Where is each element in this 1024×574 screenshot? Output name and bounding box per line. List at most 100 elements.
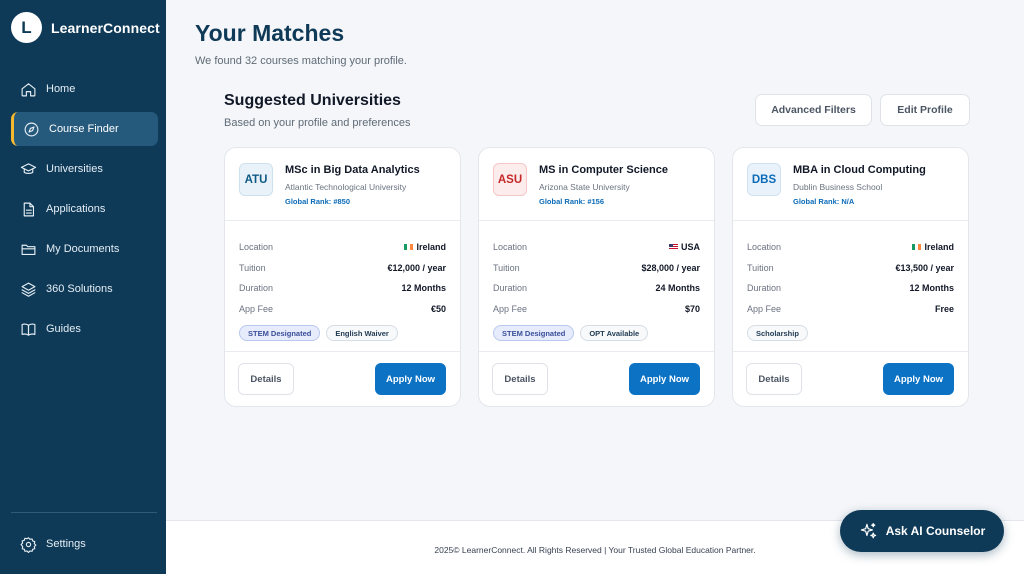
duration-row: Duration 12 Months	[747, 278, 954, 299]
card-footer: Details Apply Now	[479, 352, 714, 406]
tag-stem-designated: STEM Designated	[239, 325, 321, 341]
app-fee-label: App Fee	[239, 303, 274, 314]
duration-label: Duration	[747, 283, 782, 294]
duration-label: Duration	[493, 283, 528, 294]
sidebar: L LearnerConnect Home Course Finder Univ…	[0, 0, 166, 574]
tuition-label: Tuition	[747, 262, 774, 273]
location-row: Location USA	[493, 237, 700, 258]
tag-list: STEM Designated OPT Available	[493, 325, 700, 341]
tuition-value: €13,500 / year	[895, 262, 954, 273]
home-icon	[21, 82, 36, 96]
sidebar-item-applications[interactable]: Applications	[11, 192, 158, 226]
apply-now-button[interactable]: Apply Now	[883, 363, 954, 395]
brand[interactable]: L LearnerConnect	[11, 12, 160, 43]
layers-icon	[21, 282, 36, 297]
location-value: Ireland	[404, 242, 446, 252]
global-rank: Global Rank: #850	[285, 197, 351, 206]
edit-profile-button[interactable]: Edit Profile	[880, 94, 970, 126]
card-header: ATU MSc in Big Data Analytics Atlantic T…	[225, 148, 460, 221]
card-details: Location Ireland Tuition €12,000 / year …	[225, 221, 460, 352]
app-fee-row: App Fee Free	[747, 299, 954, 320]
location-row: Location Ireland	[239, 237, 446, 258]
university-name: Dublin Business School	[793, 182, 883, 192]
page-title: Your Matches	[195, 20, 345, 46]
tuition-row: Tuition $28,000 / year	[493, 258, 700, 279]
tag-list: Scholarship	[747, 325, 954, 341]
sidebar-item-guides[interactable]: Guides	[11, 312, 158, 346]
duration-label: Duration	[239, 283, 274, 294]
university-badge: ATU	[239, 163, 273, 196]
location-row: Location Ireland	[747, 237, 954, 258]
details-button[interactable]: Details	[238, 363, 294, 395]
location-label: Location	[239, 242, 274, 253]
app-fee-label: App Fee	[747, 303, 782, 314]
section-title: Suggested Universities	[224, 92, 401, 109]
sidebar-item-settings[interactable]: Settings	[11, 528, 158, 560]
graduation-cap-icon	[20, 162, 37, 174]
ireland-flag-icon	[912, 244, 922, 251]
document-icon	[23, 202, 35, 216]
page-subtitle: We found 32 courses matching your profil…	[195, 55, 407, 67]
tag-english-waiver: English Waiver	[326, 325, 398, 341]
sidebar-item-universities[interactable]: Universities	[11, 152, 158, 186]
tag-list: STEM Designated English Waiver	[239, 325, 446, 341]
course-title: MS in Computer Science	[539, 164, 668, 176]
app-fee-row: App Fee €50	[239, 299, 446, 320]
tuition-row: Tuition €13,500 / year	[747, 258, 954, 279]
duration-value: 12 Months	[401, 283, 446, 294]
course-title: MBA in Cloud Computing	[793, 164, 926, 176]
sidebar-item-label: My Documents	[46, 243, 120, 255]
course-card: ATU MSc in Big Data Analytics Atlantic T…	[224, 147, 461, 407]
card-details: Location USA Tuition $28,000 / year Dura…	[479, 221, 714, 352]
global-rank: Global Rank: #156	[539, 197, 605, 206]
location-text: Ireland	[416, 242, 446, 253]
sidebar-item-label: Universities	[46, 163, 103, 175]
tag-scholarship: Scholarship	[747, 325, 808, 341]
sidebar-item-label: Guides	[46, 323, 81, 335]
university-name: Arizona State University	[539, 182, 630, 192]
university-badge: ASU	[493, 163, 527, 196]
card-details: Location Ireland Tuition €13,500 / year …	[733, 221, 968, 352]
sidebar-item-course-finder[interactable]: Course Finder	[11, 112, 158, 146]
tuition-label: Tuition	[239, 262, 266, 273]
ask-ai-counselor-button[interactable]: Ask AI Counselor	[840, 510, 1004, 552]
tuition-row: Tuition €12,000 / year	[239, 258, 446, 279]
usa-flag-icon	[668, 244, 678, 251]
duration-row: Duration 24 Months	[493, 278, 700, 299]
book-icon	[21, 323, 36, 336]
sparkle-icon	[860, 522, 876, 538]
global-rank: Global Rank: N/A	[793, 197, 855, 206]
location-value: Ireland	[912, 242, 954, 252]
sidebar-item-label: 360 Solutions	[46, 283, 113, 295]
app-fee-row: App Fee $70	[493, 299, 700, 320]
apply-now-button[interactable]: Apply Now	[375, 363, 446, 395]
sidebar-item-label: Home	[46, 83, 76, 95]
ireland-flag-icon	[404, 244, 414, 251]
app-fee-value: Free	[934, 303, 954, 314]
card-header: ASU MS in Computer Science Arizona State…	[479, 148, 714, 221]
sidebar-item-label: Applications	[46, 203, 106, 215]
details-button[interactable]: Details	[492, 363, 548, 395]
section-subtitle: Based on your profile and preferences	[224, 117, 411, 129]
details-button[interactable]: Details	[746, 363, 802, 395]
settings-label: Settings	[46, 538, 86, 550]
sidebar-nav: Home Course Finder Universities Applicat…	[11, 72, 158, 352]
card-footer: Details Apply Now	[733, 352, 968, 406]
tuition-value: €12,000 / year	[387, 262, 446, 273]
card-header: DBS MBA in Cloud Computing Dublin Busine…	[733, 148, 968, 221]
card-footer: Details Apply Now	[225, 352, 460, 406]
advanced-filters-button[interactable]: Advanced Filters	[755, 94, 872, 126]
university-badge: DBS	[747, 163, 781, 196]
course-card: DBS MBA in Cloud Computing Dublin Busine…	[732, 147, 969, 407]
apply-now-button[interactable]: Apply Now	[629, 363, 700, 395]
sidebar-item-360-solutions[interactable]: 360 Solutions	[11, 272, 158, 306]
app-fee-value: $70	[684, 303, 700, 314]
sidebar-item-my-documents[interactable]: My Documents	[11, 232, 158, 266]
duration-value: 24 Months	[655, 283, 700, 294]
brand-logo: L	[11, 12, 42, 43]
university-name: Atlantic Technological University	[285, 182, 407, 192]
sidebar-item-home[interactable]: Home	[11, 72, 158, 106]
duration-value: 12 Months	[909, 283, 954, 294]
app-fee-value: €50	[430, 303, 446, 314]
tag-stem-designated: STEM Designated	[493, 325, 575, 341]
